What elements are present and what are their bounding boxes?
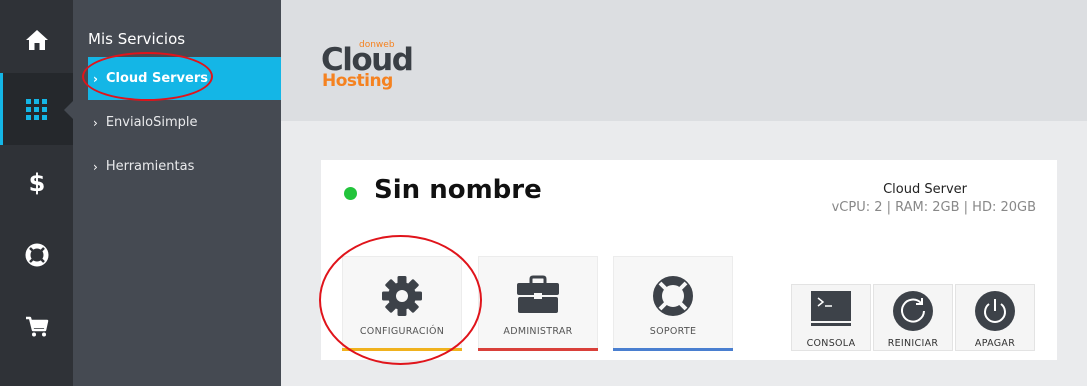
panel-item-herramientas[interactable]: › Herramientas	[88, 145, 281, 188]
consola-button[interactable]: CONSOLA	[791, 284, 871, 351]
administrar-underline	[478, 348, 598, 351]
panel-title: Mis Servicios	[88, 30, 186, 48]
rail-services[interactable]	[0, 73, 73, 145]
soporte-button[interactable]: SOPORTE	[613, 256, 733, 351]
dollar-icon: $	[28, 169, 45, 195]
panel-item-cloud-servers[interactable]: › Cloud Servers	[88, 57, 281, 100]
soporte-underline	[613, 348, 733, 351]
administrar-button[interactable]: ADMINISTRAR	[478, 256, 598, 351]
server-specs: vCPU: 2 | RAM: 2GB | HD: 20GB	[831, 200, 1036, 215]
terminal-icon	[811, 291, 851, 326]
icon-rail: $	[0, 0, 73, 386]
server-name: Sin nombre	[374, 175, 542, 205]
server-type: Cloud Server	[883, 182, 967, 197]
apagar-button[interactable]: APAGAR	[955, 284, 1035, 351]
lifebuoy-icon	[653, 276, 693, 316]
services-panel: Mis Servicios › Cloud Servers › EnvialoS…	[73, 0, 281, 386]
power-label: CONSOLA	[806, 338, 856, 349]
panel-item-label: Herramientas	[105, 159, 195, 174]
action-label: SOPORTE	[649, 326, 697, 337]
status-indicator	[344, 187, 357, 200]
gear-icon	[382, 276, 422, 316]
page-header: donweb Cloud Hosting	[281, 0, 1087, 121]
chevron-right-icon: ›	[93, 71, 98, 86]
panel-item-envialosimple[interactable]: › EnvialoSimple	[88, 101, 281, 144]
lifebuoy-icon	[25, 243, 48, 267]
restart-icon	[893, 291, 933, 331]
rail-billing[interactable]: $	[0, 146, 73, 218]
configuracion-underline	[342, 348, 462, 351]
panel-item-label: EnvialoSimple	[105, 115, 198, 130]
reiniciar-button[interactable]: REINICIAR	[873, 284, 953, 351]
rail-support[interactable]	[0, 219, 73, 291]
power-label: REINICIAR	[887, 338, 939, 349]
logo[interactable]: donweb Cloud Hosting	[321, 36, 431, 96]
home-icon	[25, 30, 48, 50]
action-label: ADMINISTRAR	[503, 326, 573, 337]
rail-home[interactable]	[0, 4, 73, 76]
power-label: APAGAR	[974, 338, 1016, 349]
action-label: CONFIGURACIÓN	[359, 326, 445, 337]
server-card: Sin nombre Cloud Server vCPU: 2 | RAM: 2…	[321, 160, 1057, 360]
svg-text:$: $	[28, 169, 45, 195]
power-icon	[975, 291, 1015, 331]
configuracion-button[interactable]: CONFIGURACIÓN	[342, 256, 462, 351]
panel-pointer	[64, 101, 73, 119]
rail-cart[interactable]	[0, 291, 73, 363]
briefcase-icon	[517, 275, 559, 313]
logo-hosting: Hosting	[322, 71, 393, 91]
cart-icon	[25, 316, 48, 337]
chevron-right-icon: ›	[93, 159, 98, 174]
panel-item-label: Cloud Servers	[105, 71, 208, 86]
grid-icon	[26, 98, 47, 120]
chevron-right-icon: ›	[93, 115, 98, 130]
